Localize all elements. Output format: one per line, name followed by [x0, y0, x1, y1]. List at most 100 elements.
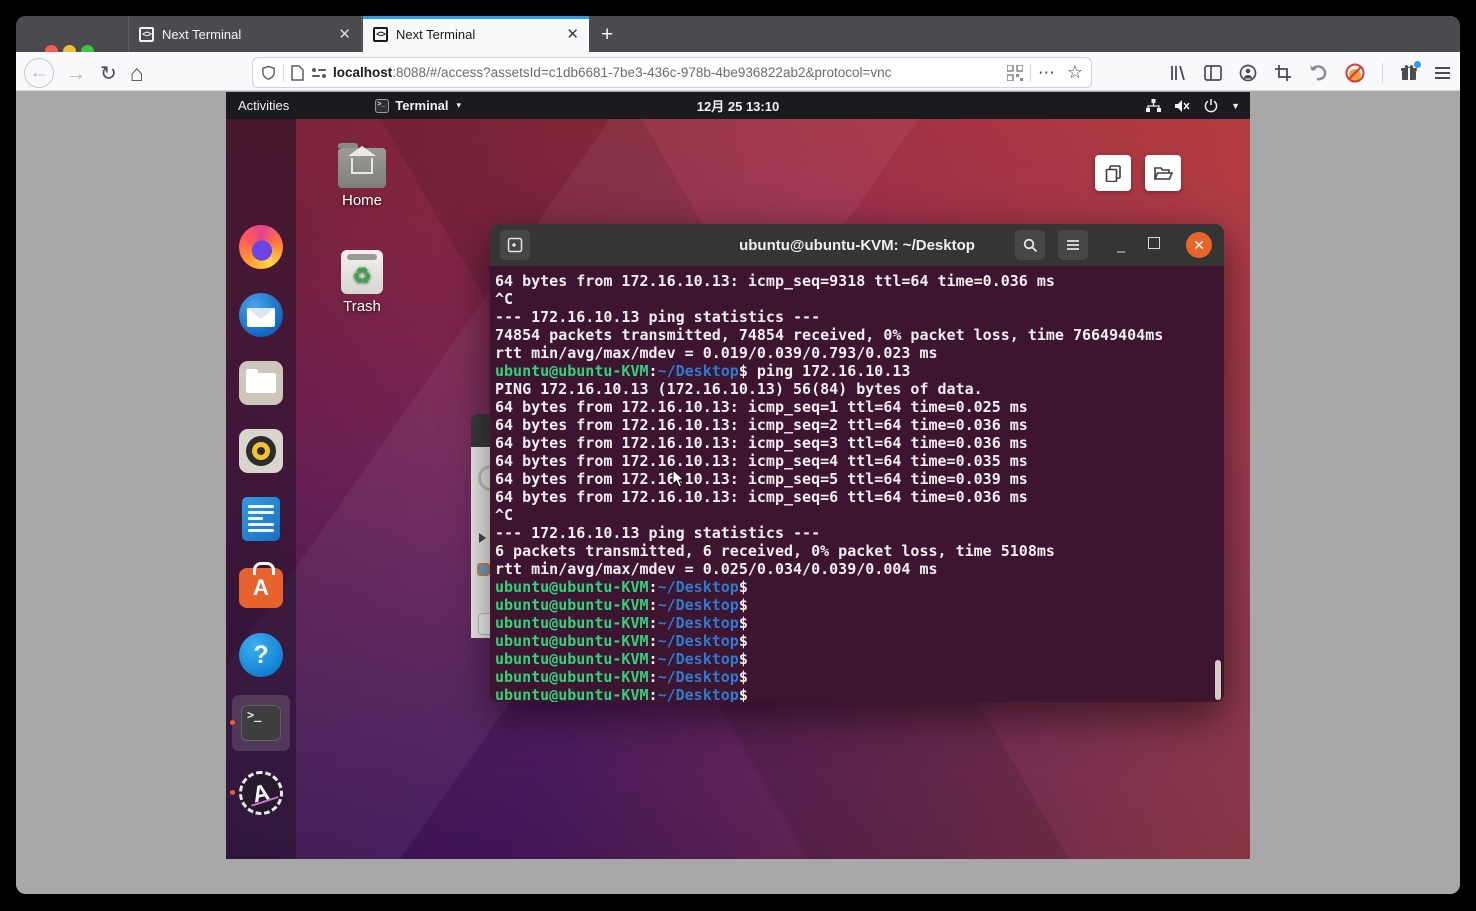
- dock-item-firefox[interactable]: [239, 225, 283, 269]
- terminal-line: 64 bytes from 172.16.10.13: icmp_seq=5 t…: [495, 470, 1224, 488]
- gnome-top-bar: Activities >_ Terminal ▾ 12月 25 13:10 ▼: [226, 92, 1250, 119]
- rhythmbox-icon: [239, 429, 283, 473]
- forward-button[interactable]: →: [66, 64, 86, 84]
- terminal-window[interactable]: ubuntu@ubuntu-KVM: ~/Desktop – ✕ 64 byte…: [490, 224, 1224, 702]
- trash-icon: ♻: [341, 250, 383, 294]
- divider: [1382, 63, 1383, 83]
- terminal-line: ubuntu@ubuntu-KVM:~/Desktop$: [495, 668, 1224, 686]
- terminal-line: ubuntu@ubuntu-KVM:~/Desktop$: [495, 578, 1224, 596]
- dock-item-app-a[interactable]: A: [239, 771, 283, 815]
- thunderbird-icon: [239, 293, 283, 337]
- undo-icon[interactable]: [1309, 64, 1328, 81]
- dock-item-files[interactable]: [239, 361, 283, 405]
- terminal-minimize-button[interactable]: –: [1108, 230, 1134, 260]
- page-icon[interactable]: [291, 65, 304, 81]
- home-button[interactable]: ⌂: [130, 62, 144, 85]
- terminal-line: rtt min/avg/max/mdev = 0.025/0.034/0.039…: [495, 560, 1224, 578]
- terminal-line: --- 172.16.10.13 ping statistics ---: [495, 308, 1224, 326]
- next-terminal-favicon: <>: [373, 27, 388, 42]
- terminal-maximize-button[interactable]: [1148, 237, 1160, 249]
- dock-item-thunderbird[interactable]: [239, 293, 283, 337]
- terminal-body[interactable]: 64 bytes from 172.16.10.13: icmp_seq=931…: [490, 266, 1224, 702]
- system-status-area[interactable]: ▼: [1146, 92, 1240, 119]
- terminal-line: ubuntu@ubuntu-KVM:~/Desktop$: [495, 632, 1224, 650]
- vnc-viewport: Activities >_ Terminal ▾ 12月 25 13:10 ▼: [226, 92, 1250, 859]
- dock-item-libreoffice-writer[interactable]: [239, 497, 283, 541]
- blocked-content-icon[interactable]: [1345, 63, 1365, 83]
- desktop-icon-home[interactable]: Home: [330, 148, 394, 209]
- toolbar-right-icons: [1169, 57, 1450, 88]
- url-text[interactable]: localhost:8088/#/access?assetsId=c1db668…: [333, 65, 891, 80]
- network-icon: [1146, 99, 1161, 113]
- divider: [1030, 64, 1031, 82]
- account-icon[interactable]: [1239, 64, 1257, 82]
- firefox-icon: [239, 225, 283, 269]
- terminal-menu-button[interactable]: [1058, 230, 1088, 260]
- terminal-icon: >_: [241, 705, 281, 741]
- gift-icon[interactable]: [1400, 64, 1418, 82]
- terminal-line: --- 172.16.10.13 ping statistics ---: [495, 524, 1224, 542]
- shield-icon[interactable]: [261, 65, 276, 81]
- terminal-line: ubuntu@ubuntu-KVM:~/Desktop$: [495, 686, 1224, 702]
- library-icon[interactable]: [1169, 64, 1187, 82]
- macos-window: <> Next Terminal ✕ <> Next Terminal ✕ + …: [16, 16, 1460, 894]
- reload-button[interactable]: ↻: [100, 64, 117, 84]
- terminal-line: ubuntu@ubuntu-KVM:~/Desktop$ ping 172.16…: [495, 362, 1224, 380]
- volume-muted-icon: [1174, 99, 1191, 113]
- clock[interactable]: 12月 25 13:10: [226, 96, 1250, 115]
- caret-down-icon: ▼: [1231, 101, 1240, 111]
- terminal-close-button[interactable]: ✕: [1186, 232, 1212, 258]
- next-terminal-favicon: <>: [139, 27, 154, 42]
- tab-next-terminal-1[interactable]: <> Next Terminal ✕: [128, 16, 362, 52]
- screen: <> Next Terminal ✕ <> Next Terminal ✕ + …: [0, 0, 1476, 911]
- tab-label: Next Terminal: [162, 27, 330, 42]
- terminal-search-button[interactable]: [1015, 230, 1045, 260]
- terminal-line: ubuntu@ubuntu-KVM:~/Desktop$: [495, 596, 1224, 614]
- terminal-line: ubuntu@ubuntu-KVM:~/Desktop$: [495, 614, 1224, 632]
- notification-dot: [1414, 61, 1421, 68]
- copy-icon: [1105, 165, 1122, 182]
- background-window-body: [471, 447, 491, 638]
- app-a-icon: A: [235, 767, 287, 819]
- back-button[interactable]: ←: [24, 58, 54, 88]
- home-folder-icon: [338, 148, 386, 188]
- tab-label: Next Terminal: [396, 27, 558, 42]
- dock-item-rhythmbox[interactable]: [239, 429, 283, 473]
- terminal-line: 64 bytes from 172.16.10.13: icmp_seq=931…: [495, 272, 1224, 290]
- dock-item-help[interactable]: ?: [239, 633, 283, 677]
- terminal-scrollbar[interactable]: [1215, 660, 1221, 700]
- browser-tab-bar: <> Next Terminal ✕ <> Next Terminal ✕ +: [16, 16, 1460, 52]
- desktop-icon-trash[interactable]: ♻ Trash: [330, 250, 394, 315]
- terminal-line: 64 bytes from 172.16.10.13: icmp_seq=3 t…: [495, 434, 1224, 452]
- libreoffice-writer-icon: [242, 497, 280, 541]
- tab-next-terminal-2[interactable]: <> Next Terminal ✕: [363, 16, 589, 52]
- files-icon: [239, 361, 283, 405]
- new-tab-button[interactable]: +: [601, 23, 613, 47]
- terminal-output: 64 bytes from 172.16.10.13: icmp_seq=931…: [495, 272, 1224, 702]
- permissions-icon[interactable]: [311, 67, 327, 79]
- terminal-line: ^C: [495, 506, 1224, 524]
- screenshot-icon[interactable]: [1274, 64, 1292, 82]
- menu-icon[interactable]: [1435, 67, 1450, 79]
- terminal-line: 64 bytes from 172.16.10.13: icmp_seq=4 t…: [495, 452, 1224, 470]
- power-icon: [1204, 99, 1218, 113]
- desktop-icon-label: Trash: [343, 298, 381, 315]
- bookmark-star-icon[interactable]: ☆: [1067, 62, 1083, 83]
- background-window-titlebar: [471, 414, 491, 447]
- dock-item-ubuntu-software[interactable]: A: [239, 565, 283, 609]
- running-indicator: [230, 720, 235, 725]
- qr-code-icon[interactable]: [1007, 65, 1023, 81]
- tab-close-icon[interactable]: ✕: [338, 27, 351, 42]
- terminal-line: rtt min/avg/max/mdev = 0.019/0.039/0.793…: [495, 344, 1224, 362]
- dock: A ? >_ A: [226, 119, 296, 859]
- url-bar[interactable]: localhost:8088/#/access?assetsId=c1db668…: [252, 57, 1092, 88]
- terminal-line: ubuntu@ubuntu-KVM:~/Desktop$: [495, 650, 1224, 668]
- tab-close-icon[interactable]: ✕: [566, 27, 579, 42]
- file-manager-button[interactable]: [1145, 155, 1181, 191]
- divider: [283, 64, 284, 82]
- background-window-partial[interactable]: [471, 414, 491, 638]
- sidebar-icon[interactable]: [1204, 65, 1222, 81]
- dock-item-terminal[interactable]: >_: [239, 701, 283, 745]
- clipboard-copy-button[interactable]: [1095, 155, 1131, 191]
- terminal-titlebar[interactable]: ubuntu@ubuntu-KVM: ~/Desktop – ✕: [490, 224, 1224, 266]
